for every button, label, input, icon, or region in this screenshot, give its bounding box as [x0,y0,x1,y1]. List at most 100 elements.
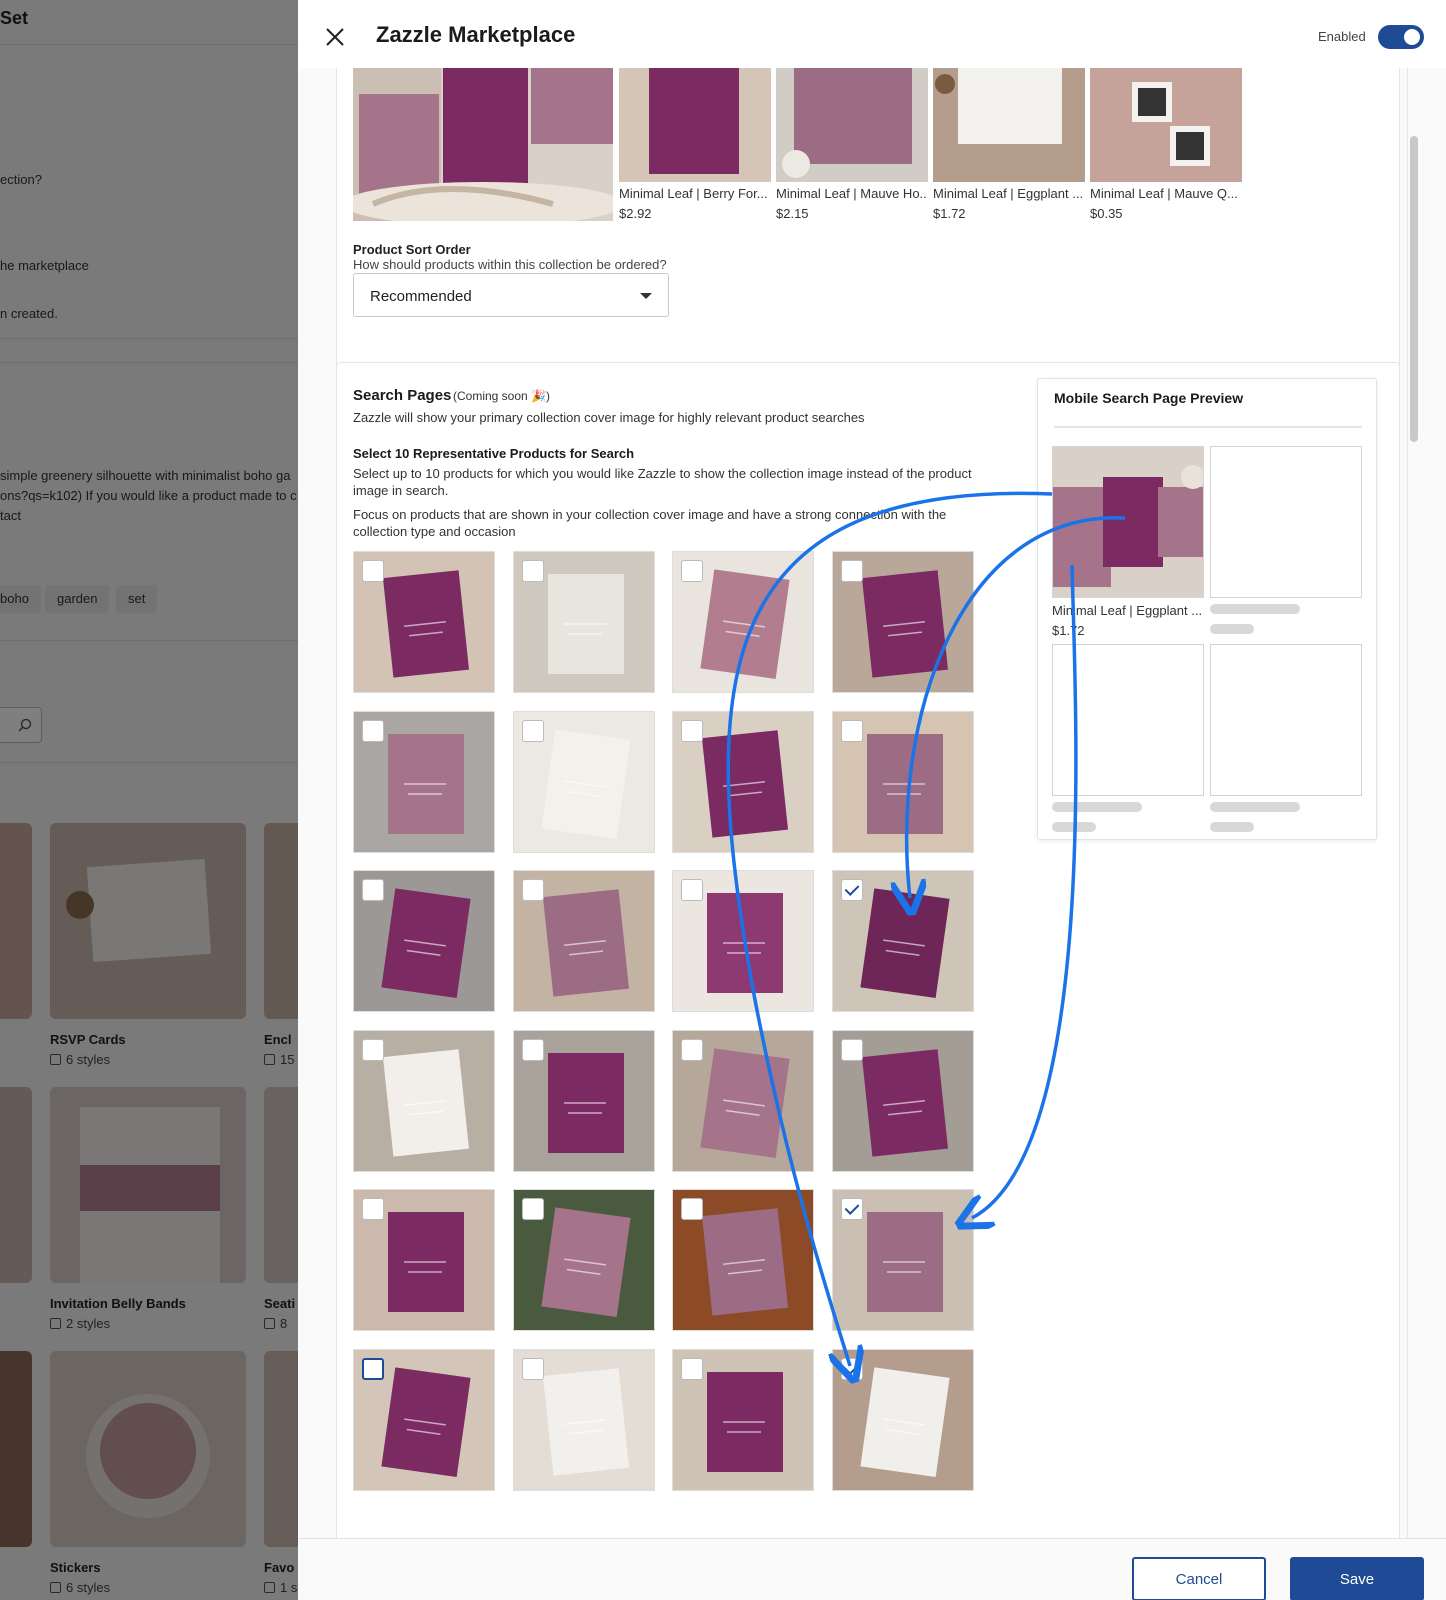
preview-placeholder-tile [1210,644,1362,796]
product-tile[interactable] [353,1189,495,1331]
drawer-header: Zazzle Marketplace Enabled [298,0,1446,68]
product-tile[interactable] [831,710,974,853]
sort-order-select[interactable]: Recommended [353,273,669,317]
scrollbar-track [1407,68,1408,1538]
product-checkbox[interactable] [681,879,703,901]
product-name: Minimal Leaf | Eggplant ... [933,186,1084,201]
product-price: $2.15 [776,206,809,221]
product-checkbox[interactable] [521,1198,544,1220]
mobile-search-preview: Mobile Search Page Preview Minimal Leaf … [1037,378,1377,840]
select-products-description: Select up to 10 products for which you w… [353,466,972,498]
product-tile[interactable] [512,710,655,853]
product-checkbox[interactable] [681,719,703,742]
sort-order-value: Recommended [370,288,472,305]
drawer-footer: Cancel Save [298,1538,1446,1600]
coming-soon-note: (Coming soon 🎉) [453,389,550,403]
preview-product-name: Minimal Leaf | Eggplant ... [1052,603,1203,618]
product-tile[interactable] [512,551,655,693]
product-price: $2.92 [619,206,652,221]
product-checkbox[interactable] [681,560,703,582]
product-tile[interactable] [512,1189,655,1331]
product-tile[interactable] [831,1029,974,1172]
product-checkbox[interactable] [840,879,863,901]
skeleton-line [1210,802,1300,812]
product-name: Minimal Leaf | Mauve Q... [1090,186,1238,201]
product-tile[interactable] [353,1029,495,1172]
skeleton-line [1210,624,1254,634]
skeleton-line [1210,604,1300,614]
product-name: Minimal Leaf | Berry For... [619,186,768,201]
drawer-content: Minimal Leaf | Berry For... $2.92 Minima… [298,68,1446,1538]
caret-down-icon [640,293,652,299]
product-checkbox[interactable] [362,1198,384,1220]
close-button[interactable] [324,26,346,48]
divider [1054,426,1362,428]
product-checkbox[interactable] [362,719,384,742]
product-thumbnail[interactable] [933,68,1085,182]
product-checkbox[interactable] [362,879,384,901]
product-tile[interactable] [831,551,974,693]
scrollbar-thumb[interactable] [1410,136,1418,442]
product-tile[interactable] [672,551,814,693]
product-checkbox[interactable] [840,1038,863,1061]
select-products-focus-note: Focus on products that are shown in your… [353,507,947,539]
preview-title: Mobile Search Page Preview [1054,390,1244,406]
toggle-knob [1404,29,1420,45]
close-icon [326,28,344,46]
product-tile[interactable] [831,870,974,1012]
product-checkbox[interactable] [840,1198,863,1220]
product-checkbox[interactable] [521,560,544,582]
product-tile[interactable] [353,710,495,853]
product-checkbox[interactable] [521,1038,544,1061]
preview-cover-image [1052,446,1204,598]
product-checkbox[interactable] [681,1038,703,1061]
product-tile[interactable] [672,870,814,1012]
product-tile[interactable] [672,1189,814,1331]
product-checkbox[interactable] [362,1357,384,1380]
save-button[interactable]: Save [1290,1557,1424,1600]
skeleton-line [1052,802,1142,812]
search-pages-panel: Search Pages (Coming soon 🎉) Zazzle will… [336,362,1400,1538]
product-checkbox[interactable] [840,560,863,582]
product-tile[interactable] [512,870,655,1012]
product-tile[interactable] [512,1029,655,1172]
product-tile[interactable] [353,551,495,693]
product-price: $0.35 [1090,206,1123,221]
product-thumbnail[interactable] [619,68,771,182]
product-thumbnail[interactable] [776,68,928,182]
select-products-title: Select 10 Representative Products for Se… [353,446,635,461]
preview-product-price: $1.72 [1052,623,1085,638]
skeleton-line [1052,822,1096,832]
preview-placeholder-tile [1052,644,1204,796]
product-checkbox[interactable] [681,1357,703,1380]
product-checkbox[interactable] [521,879,544,901]
product-checkbox[interactable] [840,1357,863,1380]
preview-placeholder-tile [1210,446,1362,598]
product-checkbox[interactable] [362,1038,384,1061]
product-tile[interactable] [353,870,495,1012]
product-checkbox[interactable] [681,1198,703,1220]
collection-products-panel: Minimal Leaf | Berry For... $2.92 Minima… [336,68,1400,406]
cancel-button[interactable]: Cancel [1132,1557,1266,1600]
enabled-label: Enabled [1318,29,1366,44]
product-tile[interactable] [512,1348,655,1491]
modal-overlay[interactable] [0,0,300,1600]
product-thumbnail[interactable] [1090,68,1242,182]
sort-order-label: Product Sort Order [353,242,471,257]
product-tile[interactable] [831,1189,974,1331]
marketplace-drawer: Minimal Leaf | Berry For... $2.92 Minima… [298,0,1446,1600]
product-checkbox[interactable] [840,719,863,742]
product-checkbox[interactable] [362,560,384,582]
product-tile[interactable] [672,1029,814,1172]
product-tile[interactable] [353,1348,495,1491]
product-price: $1.72 [933,206,966,221]
product-tile[interactable] [831,1348,974,1491]
product-checkbox[interactable] [521,719,544,742]
product-checkbox[interactable] [521,1357,544,1380]
product-name: Minimal Leaf | Mauve Ho... [776,186,928,201]
search-pages-description: Zazzle will show your primary collection… [353,410,865,425]
enabled-toggle[interactable] [1378,25,1424,49]
skeleton-line [1210,822,1254,832]
product-tile[interactable] [672,710,814,853]
product-tile[interactable] [672,1348,814,1491]
